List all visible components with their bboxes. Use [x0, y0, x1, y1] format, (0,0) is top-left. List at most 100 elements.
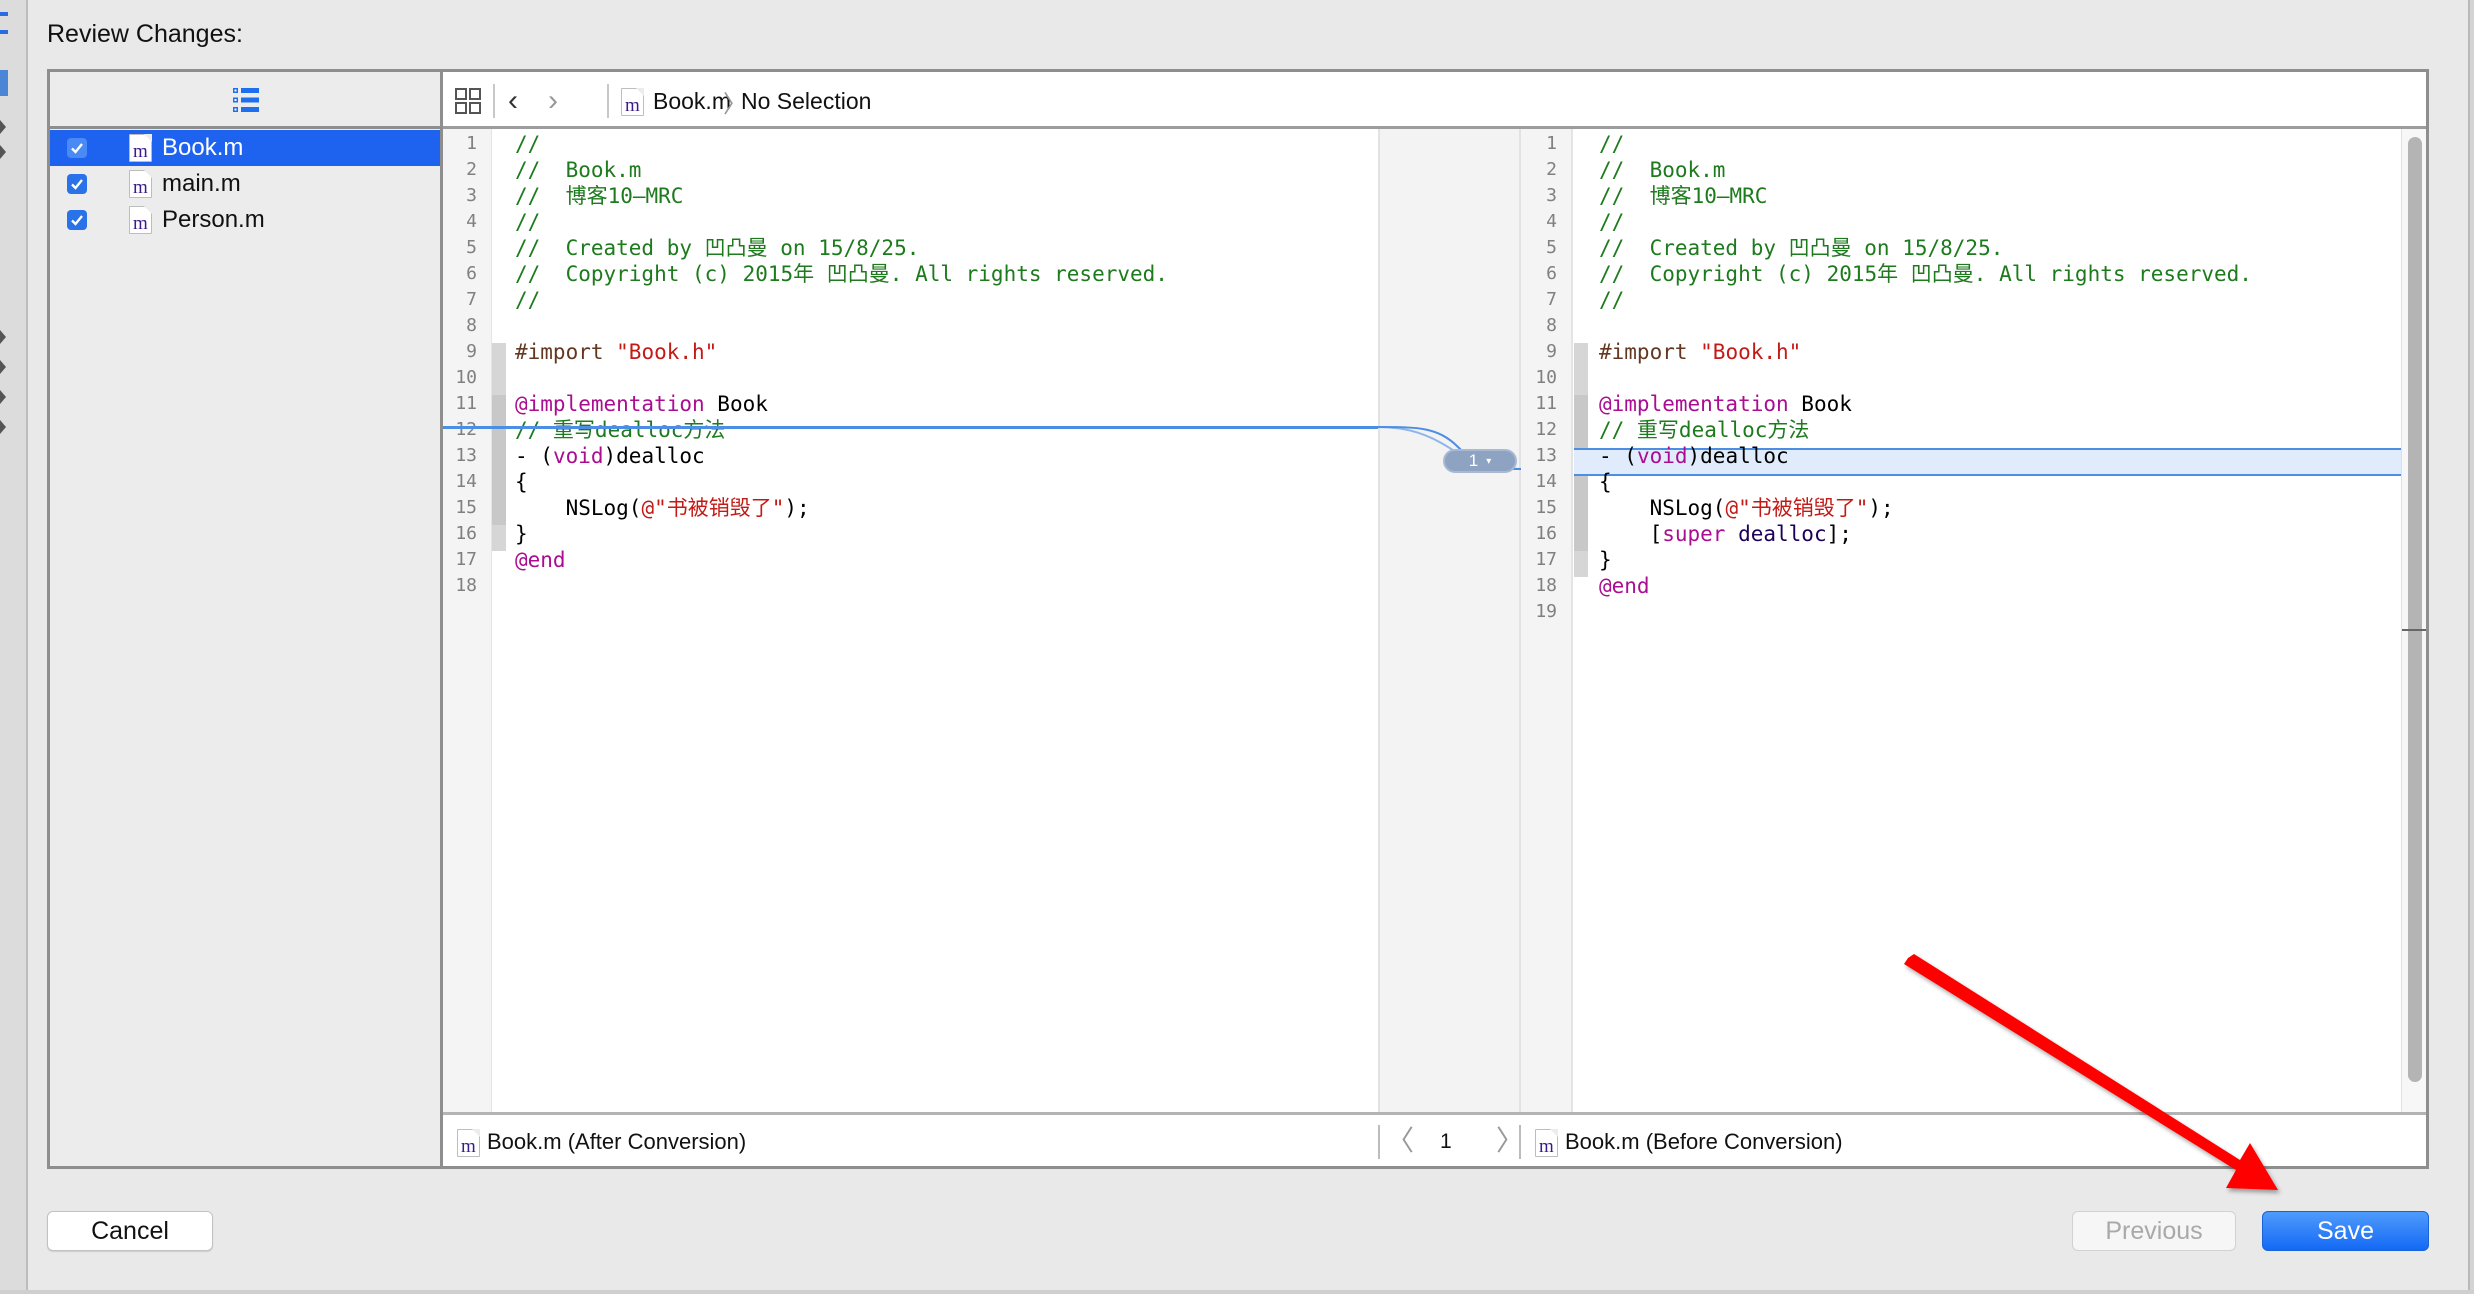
background-window-strip	[0, 0, 28, 1294]
line-number: 19	[1535, 601, 1557, 622]
code-line: //	[1599, 209, 1624, 235]
line-number: 12	[1535, 419, 1557, 440]
change-count: 1	[1468, 451, 1479, 470]
cancel-button[interactable]: Cancel	[47, 1211, 213, 1251]
chevron-left-icon[interactable]: ‹	[501, 84, 525, 118]
code-token: NSLog(	[1599, 496, 1726, 520]
right-pane-label: Book.m (Before Conversion)	[1565, 1129, 1843, 1154]
code-token: //	[515, 288, 541, 312]
code-token: // Book.m	[1599, 158, 1726, 182]
chevron-down-icon: ▾	[1486, 455, 1492, 467]
code-token: @implementation	[515, 392, 705, 416]
objc-m-file-icon: m	[457, 1129, 480, 1157]
scrollbar-thumb[interactable]	[2408, 137, 2422, 1082]
code-token: Book	[704, 392, 768, 416]
code-token: // Copyright (c) 2015年 凹凸曼. All rights r…	[515, 262, 1168, 286]
code-token: //	[515, 210, 541, 234]
previous-change-icon[interactable]: 〈	[1386, 1123, 1414, 1159]
objc-m-file-icon: m	[129, 134, 152, 162]
save-button[interactable]: Save	[2262, 1211, 2429, 1251]
code-token: #import	[1599, 340, 1701, 364]
line-number: 10	[1535, 367, 1557, 388]
file-row-person-m[interactable]: m Person.m	[50, 202, 440, 238]
line-number: 5	[466, 237, 477, 258]
left-line-numbers: 1 2 3 4 5 6 7 8 9 10 11 12 13 14 15 16 17 18	[443, 129, 491, 1112]
code-token: super	[1662, 522, 1726, 546]
code-token: - (	[1599, 444, 1637, 468]
code-token: @implementation	[1599, 392, 1789, 416]
line-number: 4	[1546, 211, 1557, 232]
line-number: 2	[466, 159, 477, 180]
related-items-icon[interactable]	[455, 88, 481, 114]
code-token: // 重写dealloc方法	[515, 418, 726, 442]
file-checkbox[interactable]	[67, 174, 87, 194]
right-line-numbers: 1 2 3 4 5 6 7 8 9 10 11 12 13 14 15 16 17 18 19	[1521, 129, 1573, 1112]
code-token: @end	[515, 548, 566, 572]
code-token: )dealloc	[1687, 444, 1789, 468]
change-count-popup-button[interactable]: 1 ▾	[1443, 449, 1517, 473]
code-token: // 博客10—MRC	[515, 184, 684, 208]
file-name: main.m	[162, 170, 241, 197]
code-line: //	[515, 131, 540, 157]
code-token: @"书被销毁了"	[641, 496, 785, 520]
file-list-sidebar: m Book.m m main.m m Person.m	[50, 72, 443, 1166]
code-token: Book	[1788, 392, 1852, 416]
file-name: Book.m	[162, 134, 244, 161]
code-line: @end	[515, 547, 566, 573]
code-token: );	[784, 496, 810, 520]
breadcrumb-file[interactable]: Book.m	[653, 88, 731, 115]
code-token: dealloc	[1725, 522, 1827, 546]
code-line: // 博客10—MRC	[1599, 183, 1767, 209]
line-number: 13	[455, 445, 477, 466]
line-number: 18	[455, 575, 477, 596]
code-token: "Book.h"	[616, 340, 718, 364]
line-number: 9	[466, 341, 477, 362]
code-line: - (void)dealloc	[1599, 443, 1789, 469]
line-number: 3	[466, 185, 477, 206]
scrollbar-change-marker	[2402, 629, 2426, 631]
list-icon[interactable]	[233, 87, 259, 113]
code-line: #import "Book.h"	[1599, 339, 1801, 365]
code-line: //	[515, 209, 540, 235]
diff-connector-curve	[1378, 426, 1521, 470]
line-number: 5	[1546, 237, 1557, 258]
line-number: 2	[1546, 159, 1557, 180]
code-token: {	[1599, 470, 1612, 494]
chevron-right-icon[interactable]: ›	[541, 84, 565, 118]
vertical-scrollbar[interactable]	[2401, 129, 2426, 1112]
previous-button[interactable]: Previous	[2072, 1211, 2236, 1251]
line-number: 11	[1535, 393, 1557, 414]
code-comparison-area: 1 2 3 4 5 6 7 8 9 10 11 12 13 14 15 16 17 18 //// Book.m /…	[443, 129, 2426, 1112]
code-token: @"书被销毁了"	[1725, 496, 1869, 520]
breadcrumb-selection[interactable]: No Selection	[741, 88, 871, 115]
line-number: 8	[466, 315, 477, 336]
code-line: {	[515, 469, 528, 495]
file-checkbox[interactable]	[67, 138, 87, 158]
code-token: //	[515, 132, 541, 156]
code-line: //	[1599, 287, 1624, 313]
code-line: @end	[1599, 573, 1650, 599]
right-change-bar-gutter	[1574, 129, 1588, 1112]
file-row-main-m[interactable]: m main.m	[50, 166, 440, 202]
window-bottom-edge	[0, 1290, 2474, 1294]
right-code-pane[interactable]: //// Book.m// 博客10—MRC//// Created by 凹凸…	[1591, 129, 2401, 1112]
left-code-pane[interactable]: //// Book.m// 博客10—MRC//// Created by 凹凸…	[507, 129, 1341, 1112]
change-navigator: 〈 1 〉	[1378, 1123, 1524, 1161]
code-token: // 重写dealloc方法	[1599, 418, 1810, 442]
code-token: );	[1868, 496, 1894, 520]
code-token: //	[1599, 132, 1625, 156]
dialog-title: Review Changes:	[47, 20, 243, 48]
code-token: NSLog(	[515, 496, 642, 520]
code-line: // Created by 凹凸曼 on 15/8/25.	[515, 235, 919, 261]
objc-m-file-icon: m	[1535, 1129, 1558, 1157]
code-token: //	[1599, 288, 1625, 312]
line-number: 18	[1535, 575, 1557, 596]
line-number: 16	[1535, 523, 1557, 544]
code-line: [super dealloc];	[1599, 521, 1852, 547]
line-number: 14	[1535, 471, 1557, 492]
line-number: 10	[455, 367, 477, 388]
left-pane-label: Book.m (After Conversion)	[487, 1129, 747, 1154]
file-row-book-m[interactable]: m Book.m	[50, 130, 440, 166]
file-checkbox[interactable]	[67, 210, 87, 230]
code-token: #import	[515, 340, 617, 364]
